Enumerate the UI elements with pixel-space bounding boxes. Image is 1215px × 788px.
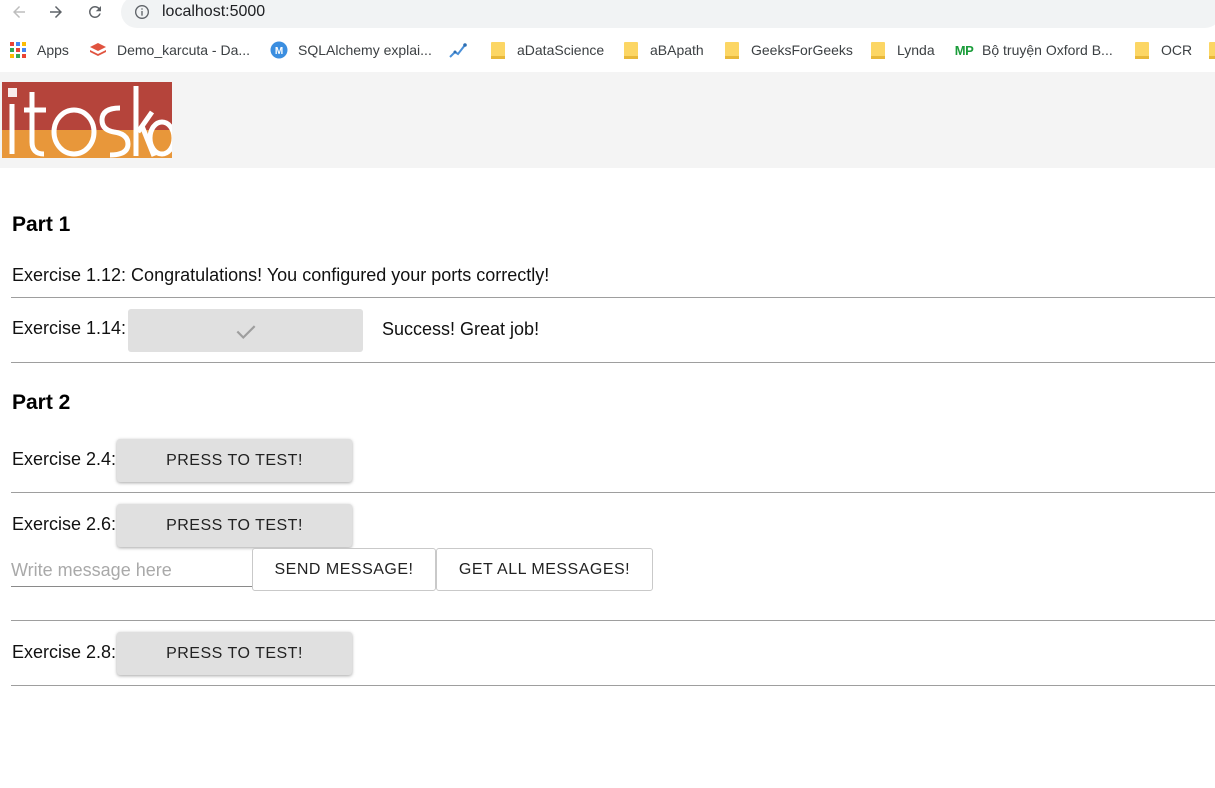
bookmark-sqlalchemy[interactable]: M SQLAlchemy explai...: [270, 38, 432, 62]
folder-icon: [1133, 41, 1151, 59]
get-all-messages-button[interactable]: GET ALL MESSAGES!: [436, 548, 653, 591]
toska-logo: [2, 82, 172, 158]
exercise-2-8-test-button[interactable]: PRESS TO TEST!: [117, 632, 352, 675]
forward-button[interactable]: [43, 0, 69, 24]
site-header: [0, 72, 1215, 168]
layers-icon: [89, 41, 107, 59]
folder-icon: [622, 41, 640, 59]
folder-icon: [869, 41, 887, 59]
divider: [11, 492, 1215, 493]
bookmark-label: Lynda: [897, 42, 935, 58]
reload-button[interactable]: [82, 0, 108, 24]
bookmark-label: GeeksForGeeks: [751, 42, 853, 58]
bookmark-geeksforgeeks[interactable]: GeeksForGeeks: [723, 38, 853, 62]
browser-toolbar: localhost:5000: [0, 0, 1215, 28]
bookmark-label: SQLAlchemy explai...: [298, 42, 432, 58]
mp-icon: MP: [954, 42, 974, 58]
check-icon: [236, 324, 255, 339]
message-input[interactable]: [11, 555, 252, 587]
apps-grid-icon: [9, 41, 27, 59]
bookmark-apps[interactable]: Apps: [9, 38, 69, 62]
forward-arrow-icon: [50, 6, 62, 18]
address-bar[interactable]: localhost:5000: [121, 0, 1215, 28]
part2-heading: Part 2: [12, 391, 71, 414]
folder-icon: [723, 41, 741, 59]
divider: [11, 362, 1215, 363]
exercise-2-4-test-button[interactable]: PRESS TO TEST!: [117, 439, 352, 482]
bookmarks-bar: Apps Demo_karcuta - Da... M SQLAlchemy e…: [0, 30, 1215, 70]
divider: [11, 620, 1215, 621]
send-message-button[interactable]: SEND MESSAGE!: [252, 548, 436, 591]
back-arrow-icon: [13, 6, 25, 18]
bookmark-ocr[interactable]: OCR: [1133, 38, 1192, 62]
bookmark-label: Bộ truyện Oxford B...: [982, 42, 1113, 58]
exercise-2-8-label: Exercise 2.8:: [12, 642, 117, 662]
bookmark-oxford[interactable]: MP Bộ truyện Oxford B...: [953, 38, 1113, 62]
bookmark-label: Demo_karcuta - Da...: [117, 42, 251, 58]
part1-heading: Part 1: [12, 213, 71, 236]
bookmark-label: Apps: [37, 42, 69, 58]
bookmark-lynda[interactable]: Lynda: [869, 38, 935, 62]
folder-icon: [1207, 41, 1215, 59]
chart-icon: [449, 41, 467, 59]
bookmark-abapath[interactable]: aBApath: [622, 38, 704, 62]
exercise-1-14-status: Success! Great job!: [382, 319, 540, 339]
exercise-1-14-success-button[interactable]: [128, 309, 363, 352]
divider: [11, 297, 1215, 298]
divider: [11, 685, 1215, 686]
bookmark-label: aDataScience: [517, 42, 605, 58]
bookmark-overflow[interactable]: [1207, 38, 1215, 62]
exercise-1-12-text: Exercise 1.12: Congratulations! You conf…: [12, 265, 550, 285]
medium-icon: M: [270, 41, 288, 59]
url-text: localhost:5000: [162, 3, 266, 20]
exercise-2-6-test-button[interactable]: PRESS TO TEST!: [117, 504, 352, 547]
back-button[interactable]: [6, 0, 32, 24]
info-icon[interactable]: [134, 4, 150, 20]
bookmark-adatascience[interactable]: aDataScience: [489, 38, 604, 62]
bookmark-label: OCR: [1161, 42, 1193, 58]
exercise-1-14-label: Exercise 1.14:: [12, 318, 127, 338]
reload-icon: [88, 5, 101, 18]
exercise-2-6-label: Exercise 2.6:: [12, 514, 117, 534]
exercise-2-4-label: Exercise 2.4:: [12, 449, 117, 469]
bookmark-demo-karcuta[interactable]: Demo_karcuta - Da...: [89, 38, 250, 62]
bookmark-chart[interactable]: [449, 38, 477, 62]
folder-icon: [489, 41, 507, 59]
bookmark-label: aBApath: [650, 42, 704, 58]
svg-text:M: M: [275, 46, 283, 57]
